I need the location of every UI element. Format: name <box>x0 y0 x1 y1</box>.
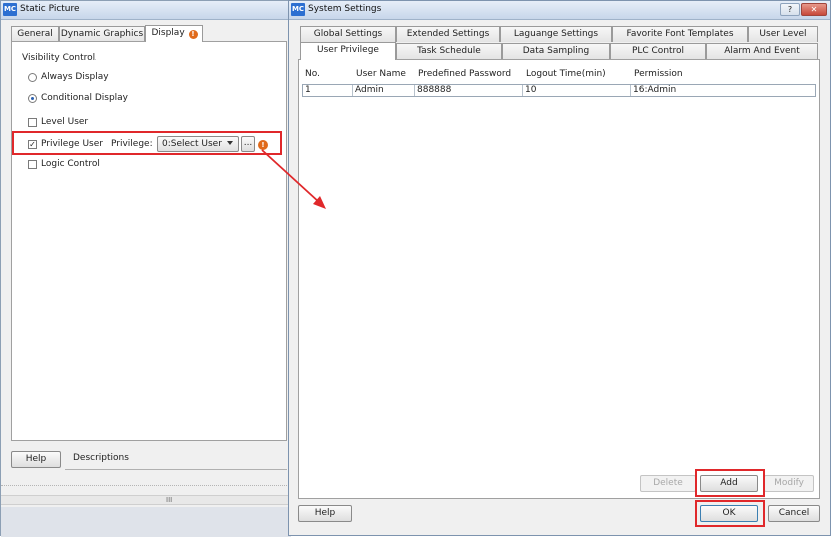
tab-label: Extended Settings <box>406 29 490 39</box>
delete-label: Delete <box>653 478 683 488</box>
column-header-logout-time: Logout Time(min) <box>526 69 606 79</box>
window-title: Static Picture <box>20 4 80 14</box>
conditional-display-label: Conditional Display <box>41 93 128 103</box>
system-settings-titlebar[interactable]: MC System Settings ? ✕ <box>289 1 830 20</box>
tab-dynamic-graphics-label: Dynamic Graphics <box>60 29 144 39</box>
app-logo-icon: MC <box>3 3 17 16</box>
help-button[interactable]: Help <box>11 451 61 468</box>
cell-password[interactable]: 888888 <box>415 85 523 96</box>
close-icon[interactable]: ✕ <box>801 3 827 16</box>
cancel-label: Cancel <box>778 508 810 518</box>
conditional-display-radio[interactable] <box>28 94 37 103</box>
tab-favorite-font-templates[interactable]: Favorite Font Templates <box>612 26 748 42</box>
modify-button[interactable]: Modify <box>764 475 814 492</box>
tab-plc-control[interactable]: PLC Control <box>610 43 706 59</box>
tab-user-privilege[interactable]: User Privilege <box>300 42 396 60</box>
checkmark-icon: ✓ <box>29 140 36 149</box>
cell-no[interactable]: 1 <box>303 85 353 96</box>
privilege-select[interactable]: 0:Select User <box>157 136 239 152</box>
tab-display-label: Display <box>151 28 185 38</box>
level-user-checkbox[interactable] <box>28 118 37 127</box>
add-label: Add <box>720 478 738 488</box>
privilege-label: Privilege: <box>111 139 153 149</box>
tab-label: User Privilege <box>317 45 379 55</box>
privilege-select-value: 0:Select User <box>162 139 222 149</box>
browse-label: ... <box>243 138 253 148</box>
horizontal-scrollbar[interactable]: III <box>1 495 291 505</box>
logic-control-label: Logic Control <box>41 159 100 169</box>
warning-icon: ! <box>258 140 268 150</box>
tab-data-sampling[interactable]: Data Sampling <box>502 43 610 59</box>
column-header-user-name: User Name <box>356 69 406 79</box>
chevron-down-icon <box>227 141 233 145</box>
privilege-user-checkbox[interactable]: ✓ <box>28 140 37 149</box>
tab-task-schedule[interactable]: Task Schedule <box>396 43 502 59</box>
add-button[interactable]: Add <box>700 475 758 492</box>
ok-label: OK <box>722 508 736 518</box>
tab-general[interactable]: General <box>11 26 59 42</box>
always-display-radio[interactable] <box>28 73 37 82</box>
tab-global-settings[interactable]: Global Settings <box>300 26 396 42</box>
privilege-user-label: Privilege User <box>41 139 103 149</box>
app-logo-icon: MC <box>291 3 305 16</box>
descriptions-tab[interactable]: Descriptions <box>73 453 129 463</box>
group-divider <box>94 59 96 60</box>
help-label: Help <box>25 454 47 464</box>
static-picture-titlebar[interactable]: MC Static Picture <box>1 1 289 20</box>
dotted-separator <box>1 485 291 486</box>
tab-label: Favorite Font Templates <box>626 29 734 39</box>
tab-label: PLC Control <box>631 46 685 56</box>
window-title: System Settings <box>308 4 382 14</box>
tab-label: Global Settings <box>313 29 383 39</box>
descriptions-underline <box>65 469 287 470</box>
tab-label: Data Sampling <box>522 46 590 56</box>
cell-logout-time[interactable]: 10 <box>523 85 631 96</box>
tab-language-settings[interactable]: Laguange Settings <box>500 26 612 42</box>
tab-alarm-and-event[interactable]: Alarm And Event <box>706 43 818 59</box>
tab-label: User Level <box>759 29 807 39</box>
delete-button[interactable]: Delete <box>640 475 696 492</box>
status-area <box>1 507 291 537</box>
scroll-grip: III <box>166 496 173 504</box>
logic-control-checkbox[interactable] <box>28 160 37 169</box>
visibility-control-heading: Visibility Control <box>22 53 96 63</box>
static-picture-window: MC Static Picture General Dynamic Graphi… <box>0 0 291 537</box>
tab-label: Laguange Settings <box>513 29 599 39</box>
tab-display[interactable]: Display ! <box>145 25 203 42</box>
tab-dynamic-graphics[interactable]: Dynamic Graphics <box>59 26 145 42</box>
column-header-no: No. <box>305 69 320 79</box>
display-tab-panel: Visibility Control Always Display Condit… <box>11 41 287 441</box>
tab-extended-settings[interactable]: Extended Settings <box>396 26 500 42</box>
tab-label: Alarm And Event <box>724 46 800 56</box>
column-header-predefined-password: Predefined Password <box>418 69 512 79</box>
cancel-button[interactable]: Cancel <box>768 505 820 522</box>
privilege-browse-button[interactable]: ... <box>241 136 255 152</box>
help-button[interactable]: Help <box>298 505 352 522</box>
user-privilege-grid <box>302 64 816 464</box>
modify-label: Modify <box>774 478 804 488</box>
cell-permission[interactable]: 16:Admin <box>631 85 815 96</box>
help-icon[interactable]: ? <box>780 3 800 16</box>
column-header-permission: Permission <box>634 69 683 79</box>
level-user-label: Level User <box>41 117 89 127</box>
tab-user-level[interactable]: User Level <box>748 26 818 42</box>
help-label: Help <box>314 508 336 518</box>
ok-button[interactable]: OK <box>700 505 758 522</box>
always-display-label: Always Display <box>41 72 109 82</box>
tab-label: Task Schedule <box>417 46 481 56</box>
cell-user-name[interactable]: Admin <box>353 85 415 96</box>
tab-general-label: General <box>17 29 53 39</box>
warning-icon: ! <box>188 30 198 39</box>
table-row[interactable]: 1 Admin 888888 10 16:Admin <box>302 84 816 97</box>
